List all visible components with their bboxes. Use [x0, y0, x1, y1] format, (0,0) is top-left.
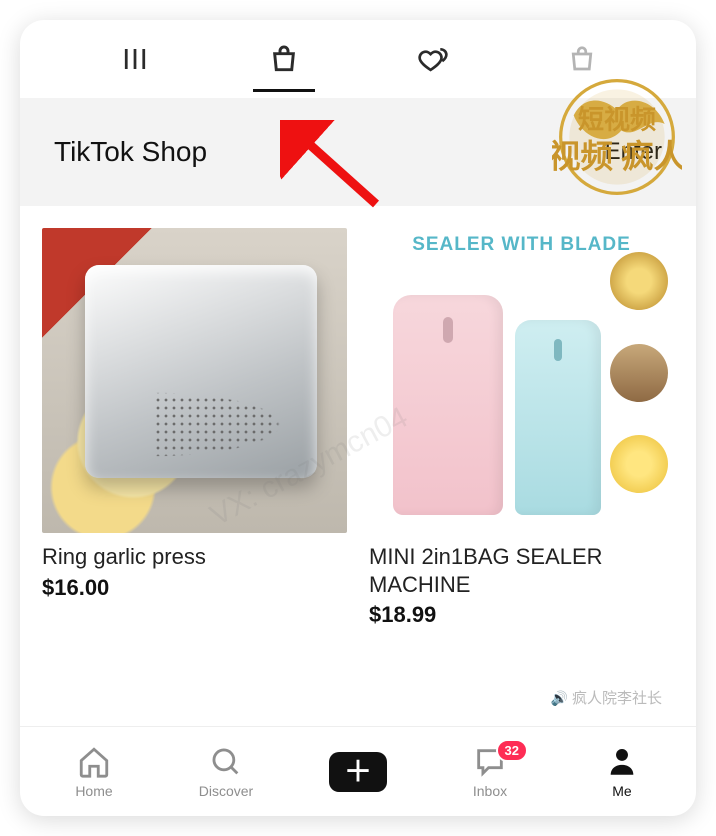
app-frame: 短视频 短视频 疯人院 TikTok Shop Enter Ring garli…: [20, 20, 696, 816]
tab-friends-activity[interactable]: [358, 20, 507, 98]
shop-bag-icon: [268, 43, 300, 75]
top-tab-bar: [20, 20, 696, 98]
tab-feed[interactable]: [60, 20, 209, 98]
product-title: MINI 2in1BAG SEALER MACHINE: [369, 543, 674, 598]
shop-banner[interactable]: TikTok Shop Enter: [20, 98, 696, 206]
search-icon: [209, 745, 243, 779]
watermark-footer: 疯人院李社长: [551, 687, 662, 708]
nav-discover[interactable]: Discover: [160, 745, 292, 799]
nav-label: Home: [75, 783, 112, 799]
inbox-badge: 32: [496, 739, 528, 762]
product-image: SEALER WITH BLADE: [369, 228, 674, 533]
heart-hands-icon: [416, 44, 450, 74]
product-price: $16.00: [42, 575, 347, 601]
nav-home[interactable]: Home: [28, 745, 160, 799]
bottom-nav: Home Discover ＋ 32 Inbox Me: [20, 726, 696, 816]
feed-lines-icon: [120, 44, 150, 74]
product-price: $18.99: [369, 602, 674, 628]
product-overlay-text: SEALER WITH BLADE: [369, 234, 674, 256]
product-title: Ring garlic press: [42, 543, 347, 571]
nav-inbox[interactable]: 32 Inbox: [424, 745, 556, 799]
shop-bag-outline-icon: [567, 44, 597, 74]
tab-orders[interactable]: [507, 20, 656, 98]
nav-label: Discover: [199, 783, 253, 799]
nav-me[interactable]: Me: [556, 745, 688, 799]
product-card[interactable]: SEALER WITH BLADE MINI 2in1BAG SEALER MA…: [369, 228, 674, 628]
shop-banner-title: TikTok Shop: [54, 136, 207, 168]
product-card[interactable]: Ring garlic press $16.00: [42, 228, 347, 628]
nav-label: Inbox: [473, 783, 507, 799]
profile-icon: [605, 745, 639, 779]
shop-enter-link[interactable]: Enter: [605, 138, 662, 166]
home-icon: [77, 745, 111, 779]
tab-shop[interactable]: [209, 20, 358, 98]
nav-create[interactable]: ＋: [292, 752, 424, 792]
nav-label: Me: [612, 783, 631, 799]
product-grid: Ring garlic press $16.00 SEALER WITH BLA…: [20, 206, 696, 628]
product-image: [42, 228, 347, 533]
create-icon: ＋: [329, 752, 387, 792]
